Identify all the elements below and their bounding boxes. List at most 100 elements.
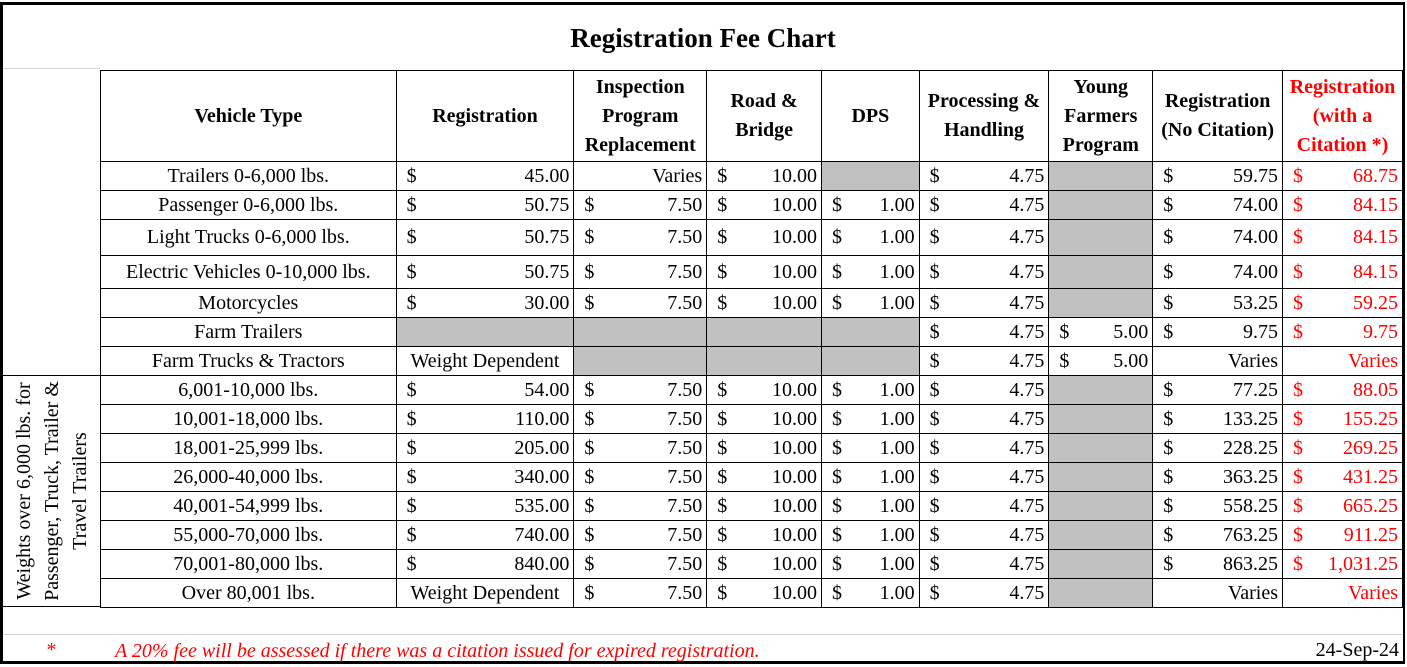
amount-value: 7.50 xyxy=(667,465,703,488)
road-bridge-cell: $10.00 xyxy=(706,520,823,550)
currency-symbol: $ xyxy=(584,581,595,604)
table-row: 40,001-54,999 lbs. $535.00 $7.50 $10.00 $1.0… xyxy=(100,491,1403,521)
vehicle-type-cell: 40,001-54,999 lbs. xyxy=(100,491,397,521)
currency-symbol: $ xyxy=(929,407,940,430)
amount-value: 7.50 xyxy=(667,494,703,517)
registration-cell: $50.75 xyxy=(395,255,575,289)
currency-symbol: $ xyxy=(584,407,595,430)
amount-value: 1.00 xyxy=(879,436,915,459)
table-row: Farm Trucks & Tractors Weight Dependent $4… xyxy=(100,346,1403,376)
amount-value: 5.00 xyxy=(1113,320,1149,343)
currency-symbol: $ xyxy=(1163,260,1174,283)
header-dps: DPS xyxy=(821,70,920,162)
dps-cell: $1.00 xyxy=(821,255,920,289)
header-processing: Processing & Handling xyxy=(918,70,1050,162)
currency-symbol: $ xyxy=(929,349,940,372)
processing-cell: $4.75 xyxy=(918,462,1050,492)
road-bridge-cell: $10.00 xyxy=(706,375,823,405)
vehicle-type-cell: Passenger 0-6,000 lbs. xyxy=(100,190,397,220)
currency-symbol: $ xyxy=(584,226,595,248)
amount-value: 4.75 xyxy=(1009,523,1045,546)
text-value: Varies xyxy=(652,164,703,187)
amount-value: 4.75 xyxy=(1009,164,1045,187)
chart-title: Registration Fee Chart xyxy=(570,22,836,53)
reg-with-citation-cell: $911.25 xyxy=(1282,520,1403,550)
amount-value: 59.25 xyxy=(1353,291,1398,314)
currency-symbol: $ xyxy=(406,523,417,546)
dps-cell: $1.00 xyxy=(821,578,920,608)
amount-value: 84.15 xyxy=(1353,226,1398,248)
processing-cell: $4.75 xyxy=(918,491,1050,521)
currency-symbol: $ xyxy=(929,193,940,216)
currency-symbol: $ xyxy=(929,378,940,401)
reg-with-citation-cell: $68.75 xyxy=(1282,161,1403,191)
header-row: Vehicle Type Registration Inspection Pro… xyxy=(100,70,1403,162)
currency-symbol: $ xyxy=(929,226,940,248)
amount-value: 88.05 xyxy=(1353,378,1398,401)
young-farmers-cell xyxy=(1048,375,1154,405)
vehicle-type-cell: 55,000-70,000 lbs. xyxy=(100,520,397,550)
currency-symbol: $ xyxy=(1163,436,1174,459)
reg-with-citation-cell: Varies xyxy=(1282,346,1403,376)
inspection-cell: Varies xyxy=(573,161,708,191)
inspection-cell: $7.50 xyxy=(573,433,708,463)
registration-cell: $50.75 xyxy=(395,190,575,220)
processing-cell: $4.75 xyxy=(918,433,1050,463)
reg-with-citation-cell: $9.75 xyxy=(1282,317,1403,347)
reg-with-citation-cell: $665.25 xyxy=(1282,491,1403,521)
processing-cell: $4.75 xyxy=(918,161,1050,191)
amount-value: 7.50 xyxy=(667,291,703,314)
registration-cell: $110.00 xyxy=(395,404,575,434)
header-registration: Registration xyxy=(395,70,575,162)
currency-symbol: $ xyxy=(832,465,843,488)
inspection-cell: $7.50 xyxy=(573,549,708,579)
currency-symbol: $ xyxy=(717,226,728,248)
amount-value: 1.00 xyxy=(879,494,915,517)
amount-value: 10.00 xyxy=(772,291,818,314)
currency-symbol: $ xyxy=(1163,465,1174,488)
processing-cell: $4.75 xyxy=(918,317,1050,347)
currency-symbol: $ xyxy=(584,552,595,575)
reg-no-citation-cell: $558.25 xyxy=(1152,491,1284,521)
currency-symbol: $ xyxy=(584,291,595,314)
processing-cell: $4.75 xyxy=(918,219,1050,256)
currency-symbol: $ xyxy=(832,494,843,517)
amount-value: 74.00 xyxy=(1233,193,1279,216)
road-bridge-cell: $10.00 xyxy=(706,404,823,434)
currency-symbol: $ xyxy=(717,465,728,488)
amount-value: 7.50 xyxy=(667,193,703,216)
road-bridge-cell: $10.00 xyxy=(706,288,823,318)
amount-value: 228.25 xyxy=(1223,436,1279,459)
dps-cell: $1.00 xyxy=(821,462,920,492)
text-value: Varies xyxy=(1228,349,1279,372)
header-vehicle-type: Vehicle Type xyxy=(100,70,397,162)
gridline xyxy=(3,634,1403,635)
amount-value: 7.50 xyxy=(667,226,703,248)
amount-value: 4.75 xyxy=(1009,260,1045,283)
vehicle-type-cell: Farm Trailers xyxy=(100,317,397,347)
inspection-cell: $7.50 xyxy=(573,255,708,289)
dps-cell: $1.00 xyxy=(821,404,920,434)
amount-value: 205.00 xyxy=(514,436,570,459)
amount-value: 863.25 xyxy=(1223,552,1279,575)
currency-symbol: $ xyxy=(929,291,940,314)
currency-symbol: $ xyxy=(929,260,940,283)
currency-symbol: $ xyxy=(1163,193,1174,216)
currency-symbol: $ xyxy=(717,291,728,314)
amount-value: 1.00 xyxy=(879,407,915,430)
amount-value: 4.75 xyxy=(1009,465,1045,488)
young-farmers-cell xyxy=(1048,404,1154,434)
dps-cell: $1.00 xyxy=(821,491,920,521)
amount-value: 110.00 xyxy=(515,407,570,430)
currency-symbol: $ xyxy=(584,260,595,283)
reg-no-citation-cell: Varies xyxy=(1152,346,1284,376)
reg-with-citation-cell: $88.05 xyxy=(1282,375,1403,405)
young-farmers-cell xyxy=(1048,161,1154,191)
registration-cell: $340.00 xyxy=(395,462,575,492)
currency-symbol: $ xyxy=(929,465,940,488)
amount-value: 50.75 xyxy=(524,226,570,248)
dps-cell: $1.00 xyxy=(821,219,920,256)
reg-with-citation-cell: $59.25 xyxy=(1282,288,1403,318)
amount-value: 4.75 xyxy=(1009,581,1045,604)
currency-symbol: $ xyxy=(717,164,728,187)
